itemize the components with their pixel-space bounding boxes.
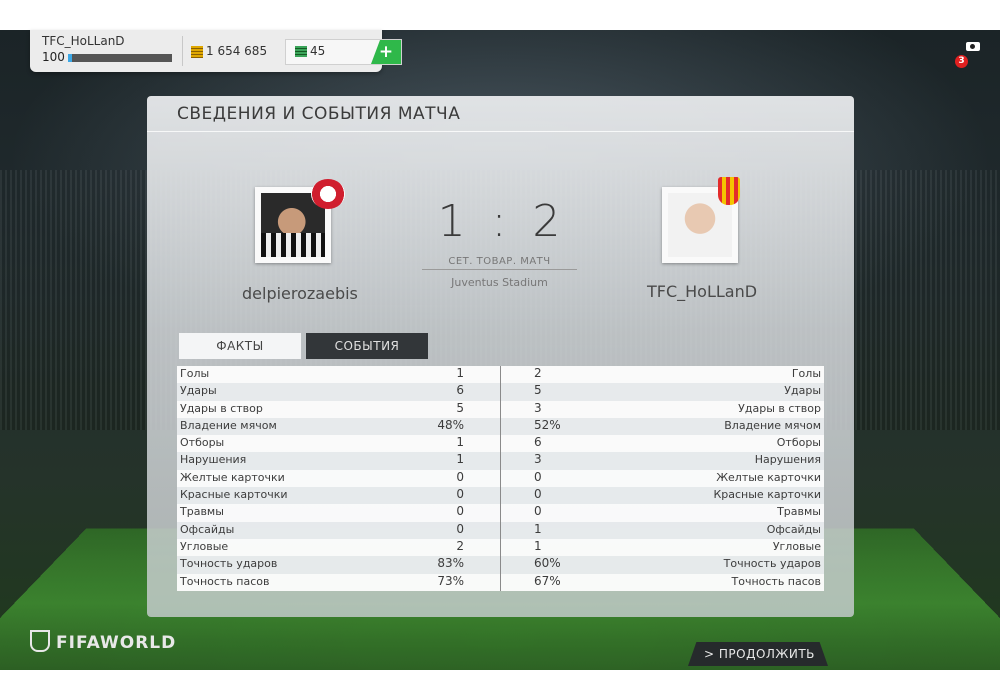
match-facts-panel: СВЕДЕНИЯ И СОБЫТИЯ МАТЧА delpierozaebis … (147, 96, 854, 617)
stat-value-home: 1 (456, 435, 464, 450)
stat-value-home: 73% (437, 573, 464, 588)
stat-value-home: 2 (456, 538, 464, 553)
stat-value-home: 83% (437, 556, 464, 571)
stat-value-away: 6 (534, 435, 542, 450)
stat-value-away: 60% (534, 556, 561, 571)
stat-label-home: Угловые (180, 539, 229, 553)
stats-table: Голы 1 2 Голы Удары 6 5 Удары Удары в створ 5 3 Уда… (177, 366, 824, 591)
stats-center-divider (500, 366, 501, 591)
level-value: 100 (42, 50, 65, 64)
stat-label-home: Удары в створ (180, 401, 263, 415)
home-club-badge-icon (311, 179, 345, 209)
stat-label-home: Голы (180, 367, 210, 380)
stat-value-away: 52% (534, 417, 561, 432)
stat-label-away: Удары в створ (738, 401, 821, 415)
stat-label-away: Травмы (777, 505, 821, 519)
stat-value-away: 3 (534, 400, 542, 415)
add-points-button[interactable]: + (371, 40, 401, 64)
stat-label-home: Точность ударов (180, 557, 278, 571)
away-player-name: TFC_HoLLanD (647, 282, 758, 301)
stat-value-away: 67% (534, 573, 561, 588)
camera-icon[interactable] (966, 40, 980, 51)
stat-label-home: Офсайды (180, 522, 235, 536)
tab-events[interactable]: СОБЫТИЯ (306, 333, 428, 359)
stat-label-home: Владение мячом (180, 418, 277, 432)
stat-label-away: Точность ударов (723, 557, 821, 571)
match-type-divider (422, 269, 577, 270)
ea-shield-icon (30, 630, 50, 652)
fifa-points-icon (295, 46, 307, 57)
match-type: СЕТ. ТОВАР. МАТЧ (448, 256, 551, 267)
top-hud: TFC_HoLLanD 100 1 654 685 45 + (30, 30, 402, 72)
stat-value-away: 5 (534, 383, 542, 398)
stat-label-home: Желтые карточки (180, 470, 285, 484)
coins-value: 1 654 685 (206, 44, 268, 58)
stat-value-home: 0 (456, 504, 464, 519)
stat-label-home: Красные карточки (180, 488, 288, 502)
title-divider (147, 131, 854, 132)
stat-value-home: 5 (456, 400, 464, 415)
stat-value-home: 1 (456, 452, 464, 467)
stat-label-home: Точность пасов (180, 574, 270, 588)
stat-value-away: 0 (534, 487, 542, 502)
stat-label-away: Красные карточки (713, 488, 821, 502)
home-player-name: delpierozaebis (242, 284, 358, 303)
stat-label-home: Травмы (180, 505, 224, 519)
match-score: 1 : 2 (437, 196, 567, 247)
stat-label-home: Нарушения (180, 453, 247, 467)
stat-value-away: 0 (534, 504, 542, 519)
home-player-avatar (255, 179, 345, 263)
stat-label-away: Отборы (776, 436, 821, 450)
level-progress-fill (68, 54, 73, 62)
panel-title: СВЕДЕНИЯ И СОБЫТИЯ МАТЧА (177, 104, 461, 124)
stat-label-away: Желтые карточки (716, 470, 821, 484)
stat-label-away: Голы (791, 367, 821, 380)
stat-label-away: Нарушения (754, 453, 821, 467)
away-player-avatar (662, 177, 740, 263)
home-jersey-stripes (261, 233, 325, 257)
coins-icon (191, 46, 203, 58)
stat-label-away: Точность пасов (731, 574, 822, 588)
stat-label-away: Владение мячом (724, 418, 821, 432)
stat-label-away: Удары (784, 384, 821, 398)
stat-value-home: 48% (437, 417, 464, 432)
continue-button[interactable]: > ПРОДОЛЖИТЬ (688, 642, 828, 666)
tab-facts[interactable]: ФАКТЫ (179, 333, 301, 359)
username: TFC_HoLLanD (42, 34, 125, 48)
stat-value-away: 2 (534, 366, 542, 380)
stat-value-away: 3 (534, 452, 542, 467)
fifa-world-logo: FIFAWORLD (30, 630, 177, 654)
stat-value-home: 0 (456, 469, 464, 484)
stat-label-home: Удары (180, 384, 217, 398)
level-progress-bar (68, 54, 172, 62)
hud-divider (182, 36, 183, 66)
stat-value-home: 0 (456, 487, 464, 502)
fifa-points-box: 45 + (285, 39, 402, 65)
stat-label-away: Офсайды (766, 522, 821, 536)
stat-label-away: Угловые (772, 539, 821, 553)
notification-badge[interactable]: 3 (955, 55, 968, 68)
fifa-points-value: 45 (310, 44, 326, 58)
away-club-badge-icon (718, 177, 740, 205)
stat-label-home: Отборы (180, 436, 225, 450)
stat-value-home: 6 (456, 383, 464, 398)
stadium-name: Juventus Stadium (451, 276, 548, 289)
stat-value-away: 1 (534, 521, 542, 536)
stat-value-away: 0 (534, 469, 542, 484)
stat-value-away: 1 (534, 538, 542, 553)
stat-value-home: 1 (456, 366, 464, 380)
stat-value-home: 0 (456, 521, 464, 536)
logo-text: FIFAWORLD (56, 633, 177, 653)
